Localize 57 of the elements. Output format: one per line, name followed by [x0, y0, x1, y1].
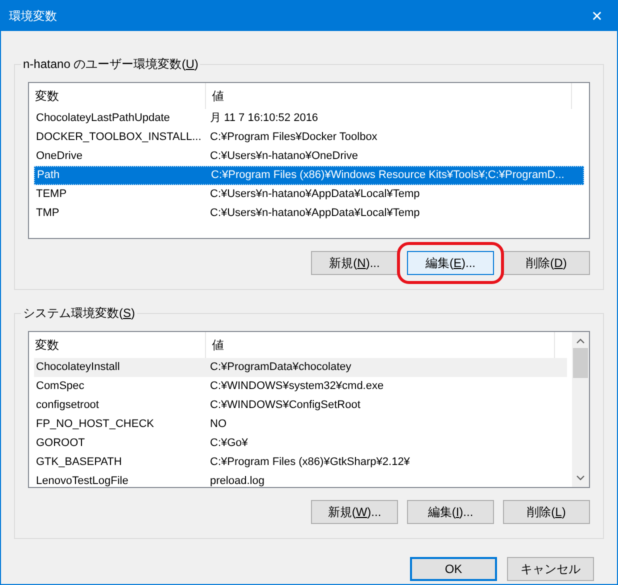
list-row[interactable]: LenovoTestLogFile preload.log: [34, 472, 567, 487]
list-row[interactable]: configsetroot C:¥WINDOWS¥ConfigSetRoot: [34, 396, 567, 415]
variable-name: Path: [36, 168, 61, 184]
variable-value: 月 11 7 16:10:52 2016: [209, 111, 318, 126]
list-row[interactable]: OneDrive C:¥Users¥n-hatano¥OneDrive: [34, 147, 584, 166]
variable-name: LenovoTestLogFile: [35, 474, 130, 487]
chevron-down-icon[interactable]: [576, 475, 585, 481]
variable-value: C:¥Program Files (x86)¥Windows Resource Kits¥Tools¥;C:¥ProgramD...: [210, 168, 564, 184]
variable-name: ChocolateyLastPathUpdate: [35, 111, 171, 126]
dialog-button[interactable]: 削除(D): [503, 251, 590, 275]
list-row[interactable]: ChocolateyInstall C:¥ProgramData¥chocolatey: [34, 358, 567, 377]
variable-name: DOCKER_TOOLBOX_INSTALL...: [35, 130, 202, 146]
variable-name: OneDrive: [35, 149, 84, 164]
list-row[interactable]: Path C:¥Program Files (x86)¥Windows Resource Kits¥Tools¥;C:¥ProgramD...: [34, 166, 584, 185]
list-row[interactable]: ChocolateyLastPathUpdate 月 11 7 16:10:52 2016: [34, 109, 584, 128]
list-row[interactable]: TMP C:¥Users¥n-hatano¥AppData¥Local¥Temp: [34, 204, 584, 223]
column-header[interactable]: 値: [206, 83, 572, 109]
variable-value: C:¥Go¥: [209, 436, 248, 452]
dialog-button[interactable]: キャンセル: [507, 557, 594, 581]
group-title: システム環境変数(S): [21, 305, 138, 321]
dialog-button[interactable]: 編集(E)...: [407, 251, 494, 275]
variable-value: preload.log: [209, 474, 264, 487]
close-button[interactable]: ✕: [577, 1, 617, 31]
column-header[interactable]: 変数: [29, 83, 206, 109]
list-row[interactable]: TEMP C:¥Users¥n-hatano¥AppData¥Local¥Temp: [34, 185, 584, 204]
list-row[interactable]: GTK_BASEPATH C:¥Program Files (x86)¥GtkSharp¥2.12¥: [34, 453, 567, 472]
variable-value: C:¥WINDOWS¥system32¥cmd.exe: [209, 379, 384, 394]
chevron-up-icon[interactable]: [576, 338, 585, 344]
list-row[interactable]: DOCKER_TOOLBOX_INSTALL... C:¥Program Files¥Docker Toolbox: [34, 128, 584, 147]
list-row[interactable]: GOROOT C:¥Go¥: [34, 434, 567, 453]
variable-name: GTK_BASEPATH: [35, 455, 123, 470]
dialog-button[interactable]: OK: [410, 557, 497, 581]
variable-value: C:¥Program Files (x86)¥GtkSharp¥2.12¥: [209, 455, 410, 470]
group-title: n-hatano のユーザー環境変数(U): [21, 56, 200, 72]
variable-name: TEMP: [35, 187, 68, 202]
variable-name: configsetroot: [35, 398, 100, 414]
variable-name: ChocolateyInstall: [35, 360, 121, 376]
list-row[interactable]: FP_NO_HOST_CHECK NO: [34, 415, 567, 434]
variable-value: NO: [209, 417, 226, 432]
variable-name: GOROOT: [35, 436, 86, 452]
variable-value: C:¥Users¥n-hatano¥AppData¥Local¥Temp: [209, 187, 420, 202]
dialog-button[interactable]: 新規(N)...: [311, 251, 398, 275]
variable-name: ComSpec: [35, 379, 86, 394]
scrollbar-thumb[interactable]: [573, 348, 588, 378]
window-title: 環境変数: [8, 8, 57, 25]
variable-name: FP_NO_HOST_CHECK: [35, 417, 155, 432]
variable-value: C:¥Program Files¥Docker Toolbox: [209, 130, 378, 146]
dialog-button[interactable]: 削除(L): [503, 500, 590, 524]
dialog-button[interactable]: 編集(I)...: [407, 500, 494, 524]
variable-name: TMP: [35, 206, 60, 222]
scrollbar[interactable]: [572, 332, 589, 487]
variable-value: C:¥Users¥n-hatano¥AppData¥Local¥Temp: [209, 206, 420, 222]
list-row[interactable]: ComSpec C:¥WINDOWS¥system32¥cmd.exe: [34, 377, 567, 396]
variable-value: C:¥ProgramData¥chocolatey: [209, 360, 352, 376]
dialog-button[interactable]: 新規(W)...: [311, 500, 398, 524]
variable-value: C:¥Users¥n-hatano¥OneDrive: [209, 149, 358, 164]
variable-value: C:¥WINDOWS¥ConfigSetRoot: [209, 398, 360, 414]
